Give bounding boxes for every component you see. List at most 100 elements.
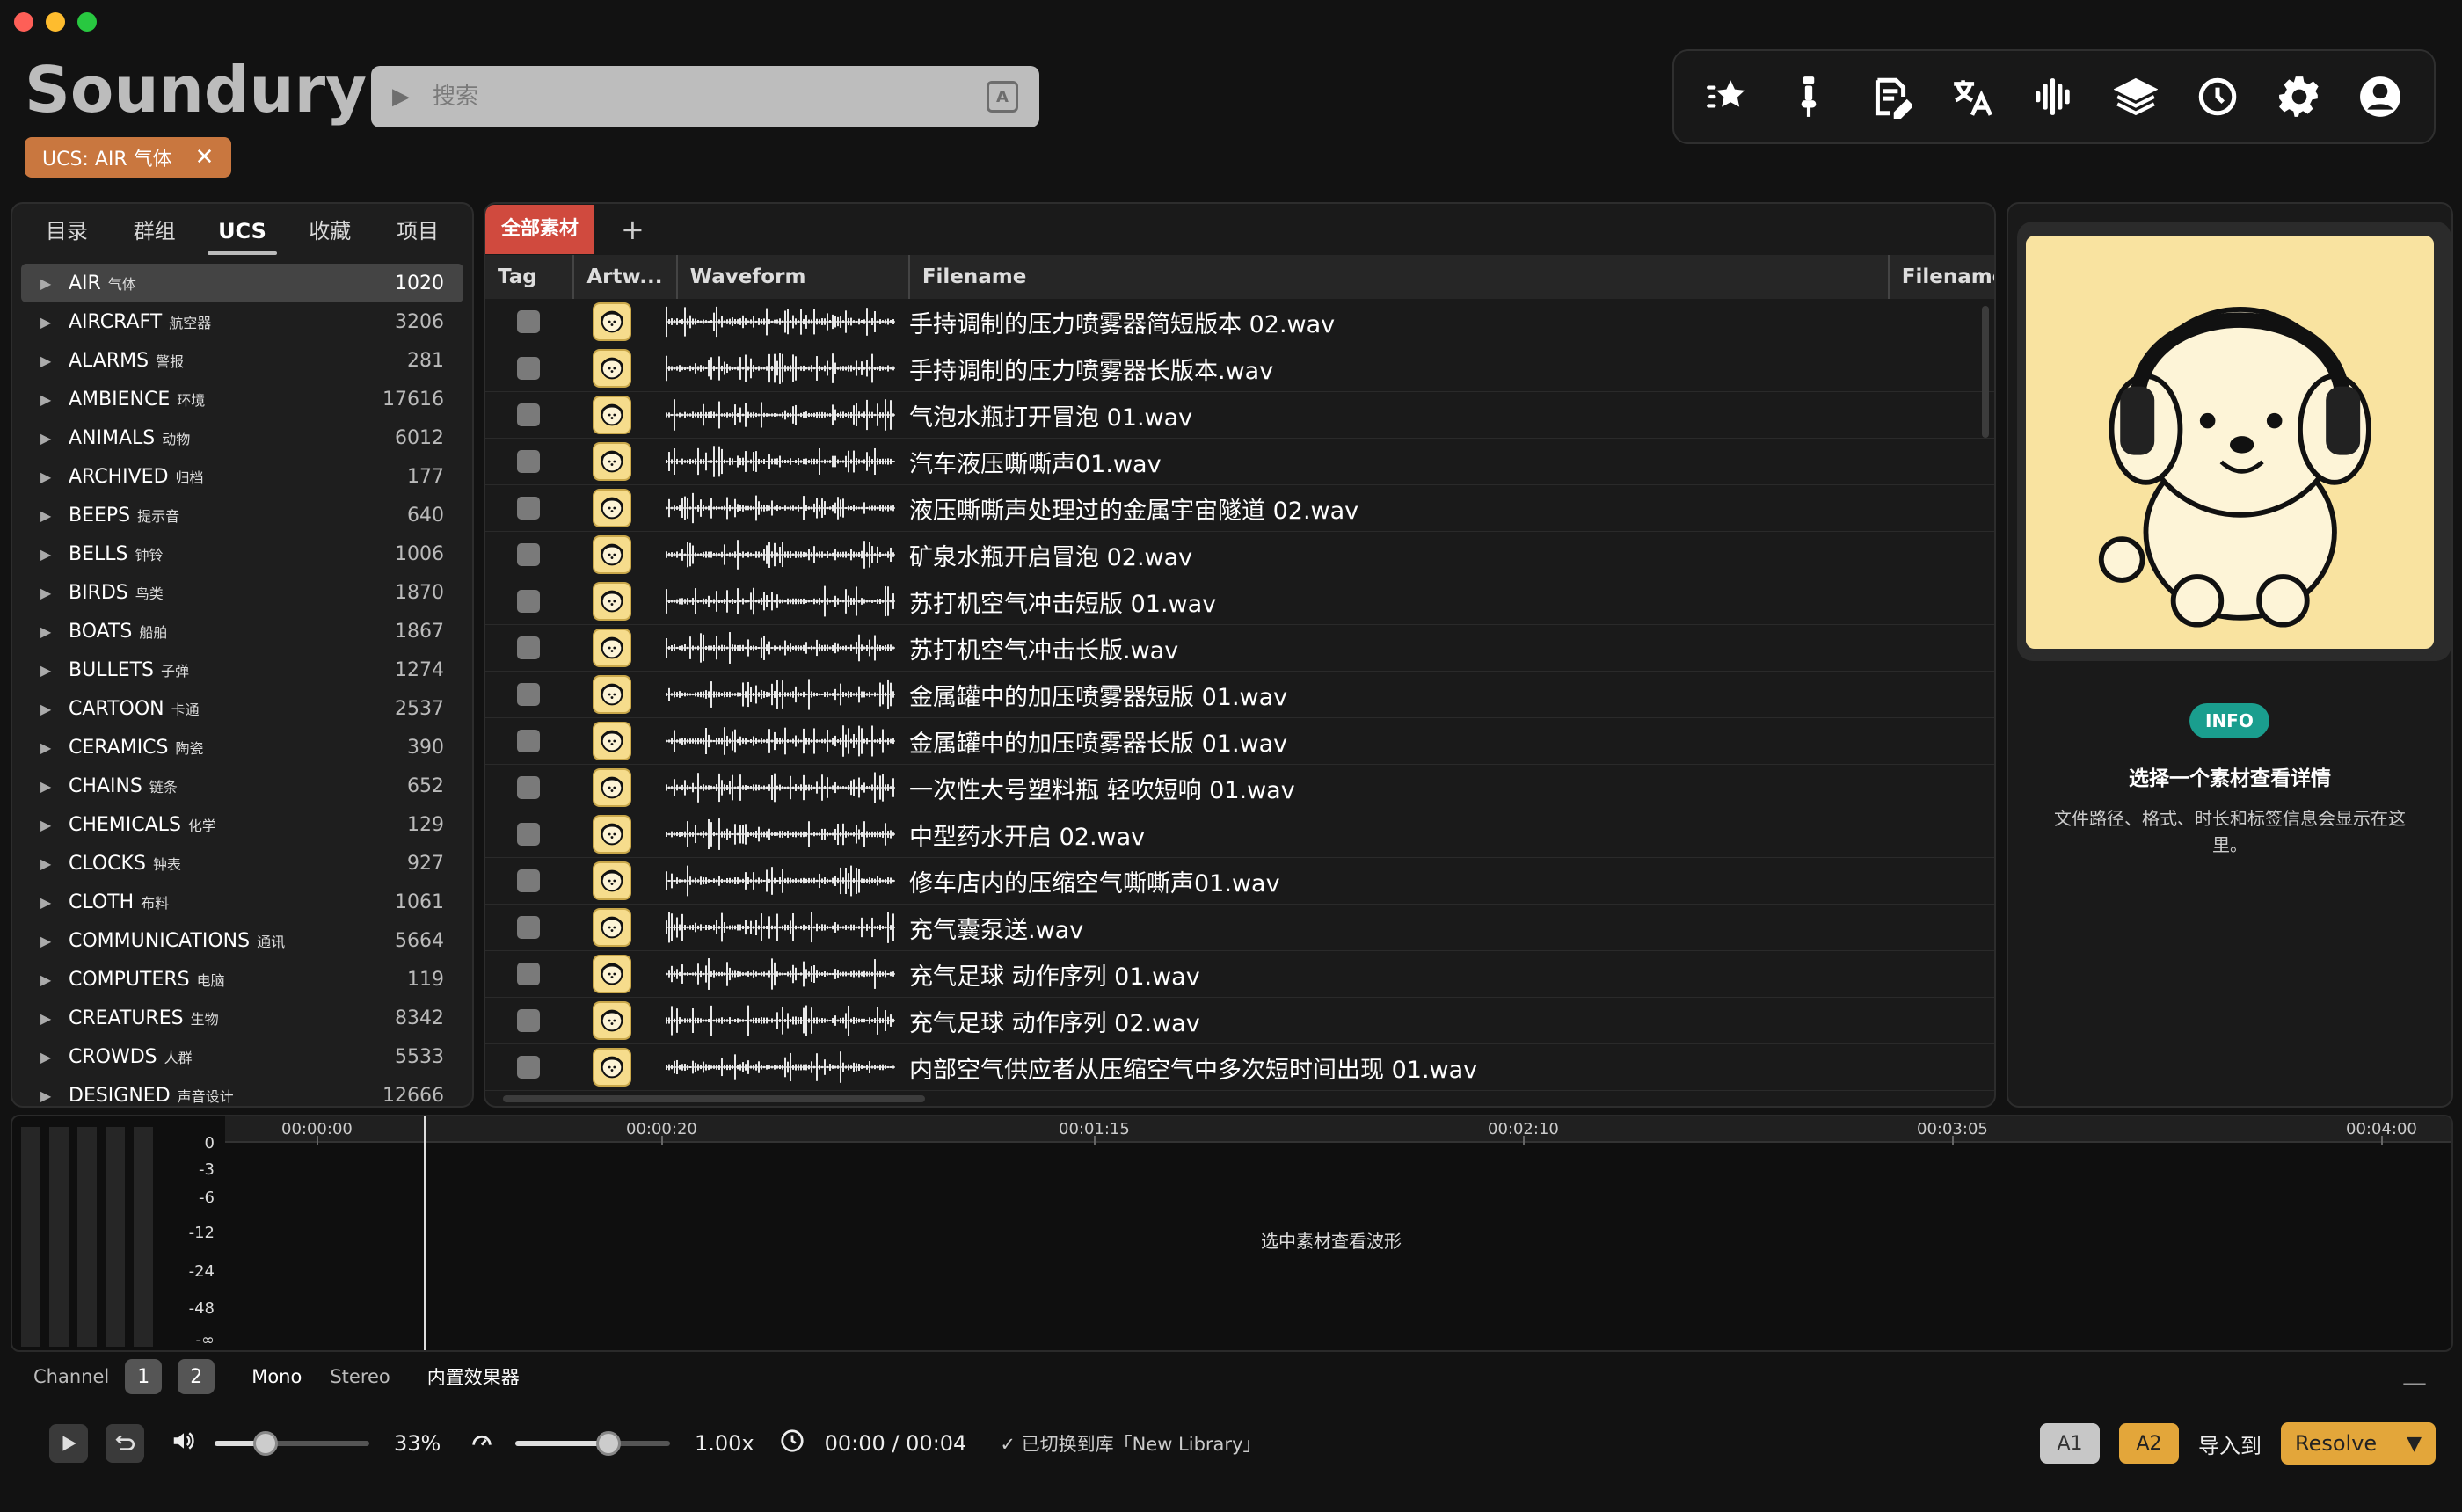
table-row[interactable]: 苏打机空气冲击长版.wav (485, 625, 1994, 672)
expand-arrow-icon[interactable]: ▶ (40, 894, 69, 911)
tag-checkbox[interactable] (517, 776, 540, 799)
user-icon[interactable] (2352, 69, 2408, 125)
waveform-preview[interactable] (666, 397, 895, 433)
mono-toggle[interactable]: Mono (251, 1366, 302, 1387)
import-target-select[interactable]: Resolve ▼ (2281, 1422, 2436, 1465)
table-row[interactable]: 气泡水瓶打开冒泡 01.wav (485, 392, 1994, 439)
category-item[interactable]: ▶ COMMUNICATIONS 通讯 5664 (21, 921, 463, 960)
expand-arrow-icon[interactable]: ▶ (40, 430, 69, 447)
expand-arrow-icon[interactable]: ▶ (40, 855, 69, 872)
star-sparkle-icon[interactable] (1699, 69, 1755, 125)
waveform-preview[interactable] (666, 1003, 895, 1038)
tag-checkbox[interactable] (517, 310, 540, 333)
add-tab-button[interactable]: + (621, 213, 645, 246)
a2-button[interactable]: A2 (2119, 1423, 2179, 1464)
horizontal-scrollbar[interactable] (503, 1095, 925, 1102)
category-item[interactable]: ▶ CLOTH 布料 1061 (21, 883, 463, 921)
speed-slider-knob[interactable] (595, 1431, 621, 1456)
expand-arrow-icon[interactable]: ▶ (40, 314, 69, 331)
tab-projects[interactable]: 项目 (374, 204, 462, 258)
search-input[interactable] (433, 84, 987, 110)
expand-arrow-icon[interactable]: ▶ (40, 546, 69, 563)
expand-arrow-icon[interactable]: ▶ (40, 817, 69, 833)
waveform-icon[interactable] (2026, 69, 2082, 125)
column-filename[interactable]: Filename (910, 255, 1890, 299)
table-row[interactable]: 充气足球 动作序列 02.wav (485, 998, 1994, 1044)
category-item[interactable]: ▶ BIRDS 鸟类 1870 (21, 573, 463, 612)
column-tag[interactable]: Tag (485, 255, 575, 299)
waveform-preview[interactable] (666, 910, 895, 945)
waveform-preview[interactable] (666, 1050, 895, 1085)
zoom-window-button[interactable] (77, 12, 97, 32)
translate-toggle-icon[interactable]: A (987, 81, 1018, 113)
a1-button[interactable]: A1 (2040, 1423, 2100, 1464)
expand-arrow-icon[interactable]: ▶ (40, 933, 69, 949)
tag-checkbox[interactable] (517, 963, 540, 985)
category-item[interactable]: ▶ DESIGNED 声音设计 12666 (21, 1076, 463, 1107)
expand-arrow-icon[interactable]: ▶ (40, 507, 69, 524)
column-filename-2[interactable]: Filename (1890, 255, 1994, 299)
tag-checkbox[interactable] (517, 823, 540, 846)
category-item[interactable]: ▶ CHEMICALS 化学 129 (21, 805, 463, 844)
waveform-preview[interactable] (666, 351, 895, 386)
table-row[interactable]: 汽车液压嘶嘶声01.wav (485, 439, 1994, 485)
speed-slider[interactable] (515, 1431, 670, 1456)
volume-slider[interactable] (215, 1431, 369, 1456)
tag-checkbox[interactable] (517, 730, 540, 752)
table-row[interactable]: 充气囊泵送.wav (485, 905, 1994, 951)
expand-arrow-icon[interactable]: ▶ (40, 1087, 69, 1104)
category-item[interactable]: ▶ CROWDS 人群 5533 (21, 1037, 463, 1076)
category-item[interactable]: ▶ BULLETS 子弹 1274 (21, 651, 463, 689)
vertical-scrollbar[interactable] (1982, 306, 1989, 438)
effects-button[interactable]: 内置效果器 (427, 1363, 520, 1390)
tab-all-assets[interactable]: 全部素材 (485, 205, 595, 254)
table-row[interactable]: 充气足球 动作序列 01.wav (485, 951, 1994, 998)
category-item[interactable]: ▶ ALARMS 警报 281 (21, 341, 463, 380)
table-row[interactable]: 手持调制的压力喷雾器简短版本 02.wav (485, 299, 1994, 345)
tag-checkbox[interactable] (517, 1056, 540, 1079)
tab-groups[interactable]: 群组 (111, 204, 199, 258)
category-item[interactable]: ▶ BOATS 船舶 1867 (21, 612, 463, 651)
waveform-preview[interactable] (666, 863, 895, 898)
waveform-preview[interactable] (666, 584, 895, 619)
table-row[interactable]: 中型药水开启 02.wav (485, 811, 1994, 858)
waveform-preview[interactable] (666, 444, 895, 479)
tag-checkbox[interactable] (517, 1009, 540, 1032)
category-item[interactable]: ▶ CERAMICS 陶瓷 390 (21, 728, 463, 767)
category-item[interactable]: ▶ CARTOON 卡通 2537 (21, 689, 463, 728)
table-row[interactable]: 矿泉水瓶开启冒泡 02.wav (485, 532, 1994, 578)
category-item[interactable]: ▶ AIR 气体 1020 (21, 264, 463, 302)
translate-icon[interactable] (1944, 69, 2000, 125)
volume-slider-knob[interactable] (253, 1431, 279, 1456)
table-row[interactable]: 液压嘶嘶声处理过的金属宇宙隧道 02.wav (485, 485, 1994, 532)
category-item[interactable]: ▶ AMBIENCE 环境 17616 (21, 380, 463, 418)
expand-arrow-icon[interactable]: ▶ (40, 1010, 69, 1027)
column-artwork[interactable]: Artw... (574, 255, 678, 299)
gear-icon[interactable] (2271, 69, 2327, 125)
waveform-preview[interactable] (666, 630, 895, 665)
table-row[interactable]: 一次性大号塑料瓶 轻吹短响 01.wav (485, 765, 1994, 811)
category-item[interactable]: ▶ BELLS 钟铃 1006 (21, 534, 463, 573)
table-row[interactable]: 金属罐中的加压喷雾器长版 01.wav (485, 718, 1994, 765)
expand-arrow-icon[interactable]: ▶ (40, 623, 69, 640)
tag-checkbox[interactable] (517, 916, 540, 939)
history-icon[interactable] (2189, 69, 2246, 125)
tab-favorites[interactable]: 收藏 (286, 204, 374, 258)
expand-arrow-icon[interactable]: ▶ (40, 391, 69, 408)
layers-icon[interactable] (2108, 69, 2164, 125)
waveform-preview[interactable] (666, 537, 895, 572)
edit-document-icon[interactable] (1862, 69, 1919, 125)
tag-checkbox[interactable] (517, 497, 540, 520)
table-row[interactable]: 苏打机空气冲击短版 01.wav (485, 578, 1994, 625)
category-item[interactable]: ▶ ANIMALS 动物 6012 (21, 418, 463, 457)
tag-checkbox[interactable] (517, 590, 540, 613)
tag-checkbox[interactable] (517, 403, 540, 426)
category-item[interactable]: ▶ CHAINS 链条 652 (21, 767, 463, 805)
tab-ucs[interactable]: UCS (199, 204, 287, 258)
loop-button[interactable] (106, 1424, 144, 1463)
expand-arrow-icon[interactable]: ▶ (40, 469, 69, 485)
close-icon[interactable]: ✕ (195, 144, 215, 171)
waveform-preview[interactable] (666, 723, 895, 759)
category-item[interactable]: ▶ CLOCKS 钟表 927 (21, 844, 463, 883)
tag-checkbox[interactable] (517, 636, 540, 659)
